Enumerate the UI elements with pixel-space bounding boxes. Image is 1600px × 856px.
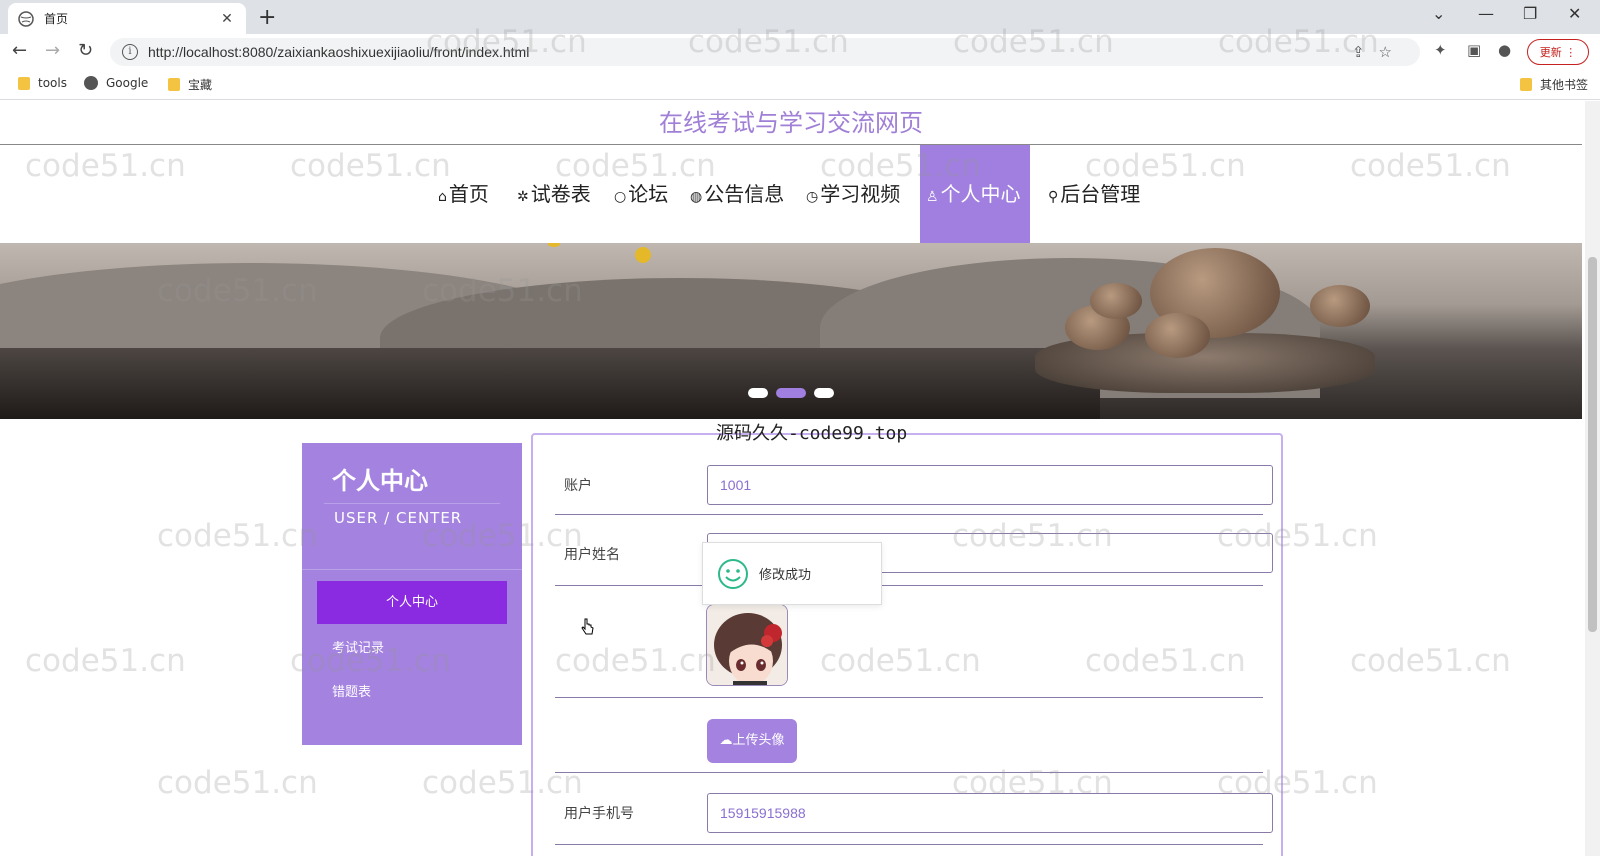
address-url: http://localhost:8080/zaixiankaoshixuexi…	[148, 44, 530, 60]
folder-icon	[18, 76, 30, 90]
address-bar[interactable]: i http://localhost:8080/zaixiankaoshixue…	[110, 38, 1420, 66]
other-bookmarks[interactable]: 其他书签	[1520, 76, 1588, 93]
bookmarks-bar: tools Google 宝藏 其他书签	[0, 70, 1600, 100]
globe-icon	[18, 10, 34, 27]
account-input[interactable]: 1001	[707, 465, 1273, 505]
success-toast: 修改成功	[702, 542, 882, 605]
nav-label: 首页	[448, 182, 489, 206]
nav-admin[interactable]: ⚲ 后台管理	[1048, 145, 1140, 244]
nav-label: 个人中心	[940, 182, 1021, 206]
back-icon[interactable]: ←	[12, 40, 27, 61]
page-scrollbar[interactable]	[1585, 101, 1600, 856]
scrollbar-thumb[interactable]	[1588, 257, 1597, 632]
nav-exam-papers[interactable]: ✲ 试卷表	[517, 145, 591, 244]
nav-study-videos[interactable]: ◷ 学习视频	[806, 145, 900, 244]
tab-title: 首页	[44, 12, 69, 26]
sidebar-title: 个人中心	[332, 467, 428, 495]
nav-personal-center[interactable]: ♙ 个人中心	[920, 145, 1030, 244]
update-button[interactable]: 更新 ⋮	[1527, 39, 1589, 65]
bookmark-label: 宝藏	[188, 78, 213, 92]
link-icon: ⚲	[1048, 189, 1059, 205]
avatar-image	[707, 605, 787, 685]
nav-forum[interactable]: ○ 论坛	[614, 145, 668, 244]
home-icon: ⌂	[438, 189, 447, 205]
form-row-account: 账户 1001	[555, 435, 1273, 515]
site-info-icon[interactable]: i	[122, 44, 138, 60]
browser-tab-strip: 首页 ✕ + ⌄ — ❐ ✕	[0, 0, 1600, 34]
sidebar-item-wrong-questions[interactable]: 错题表	[332, 681, 371, 700]
site-title: 在线考试与学习交流网页	[0, 101, 1582, 145]
toast-message: 修改成功	[759, 568, 812, 583]
carousel-indicators	[748, 388, 834, 398]
sidebar-item-exam-records[interactable]: 考试记录	[332, 637, 384, 656]
globe-icon: ◍	[690, 189, 703, 205]
divider	[302, 569, 522, 570]
bookmark-treasure[interactable]: 宝藏	[168, 76, 212, 93]
phone-input[interactable]: 15915915988	[707, 793, 1273, 833]
mouse-cursor-icon	[581, 618, 594, 635]
form-row-name: 用户姓名	[555, 515, 1273, 586]
nav-label: 公告信息	[704, 182, 785, 206]
address-bar-actions: ⇪☆	[1352, 43, 1406, 61]
gear-icon: ✲	[517, 189, 529, 205]
new-tab-icon[interactable]: +	[258, 5, 276, 30]
cloud-upload-icon: ☁	[719, 733, 733, 748]
nav-home[interactable]: ⌂ 首页	[438, 145, 489, 244]
update-label: 更新	[1539, 46, 1562, 59]
account-label: 账户	[564, 478, 592, 494]
avatar	[706, 604, 788, 686]
nav-announcements[interactable]: ◍ 公告信息	[690, 145, 784, 244]
carousel-dot-active[interactable]	[776, 388, 806, 398]
profile-form: 账户 1001 用户姓名 ☁上传头像 用户手机号 15915915988	[531, 433, 1283, 856]
side-panel-icon[interactable]: ▣	[1467, 41, 1481, 59]
user-icon: ♙	[926, 189, 939, 205]
folder-icon	[168, 78, 180, 91]
minimize-icon[interactable]: —	[1478, 4, 1494, 23]
clock-icon: ◷	[806, 189, 819, 205]
folder-icon	[1520, 78, 1532, 91]
upload-label: 上传头像	[732, 733, 785, 748]
phone-label: 用户手机号	[564, 806, 634, 822]
nav-label: 论坛	[628, 182, 669, 206]
reload-icon[interactable]: ↻	[78, 40, 93, 61]
carousel-dot[interactable]	[814, 388, 834, 398]
form-row-avatar	[555, 586, 1263, 698]
upload-avatar-button[interactable]: ☁上传头像	[707, 719, 797, 763]
divider	[324, 503, 500, 504]
other-bookmarks-label: 其他书签	[1540, 78, 1589, 92]
source-watermark: 源码久久-code99.top	[716, 423, 908, 444]
name-label: 用户姓名	[564, 547, 620, 563]
smile-icon	[718, 558, 748, 589]
form-row-upload: ☁上传头像	[555, 698, 1263, 773]
tab-search-icon[interactable]: ⌄	[1432, 4, 1445, 23]
carousel-dot[interactable]	[748, 388, 768, 398]
bookmark-label: Google	[106, 76, 149, 90]
banner-carousel	[0, 243, 1582, 419]
bookmark-tools[interactable]: tools	[18, 76, 67, 90]
bookmark-google[interactable]: Google	[84, 76, 148, 90]
circle-icon: ○	[614, 189, 627, 205]
main-nav: ⌂ 首页 ✲ 试卷表 ○ 论坛 ◍ 公告信息 ◷ 学习视频 ♙ 个人中心 ⚲ 后台管理	[0, 145, 1582, 244]
sidebar-item-personal-center[interactable]: 个人中心	[317, 581, 507, 624]
nav-label: 后台管理	[1060, 182, 1141, 206]
tab-close-icon[interactable]: ✕	[218, 11, 236, 27]
nav-label: 试卷表	[530, 182, 591, 206]
profile-icon[interactable]: ●	[1498, 41, 1511, 59]
page: 在线考试与学习交流网页 ⌂ 首页 ✲ 试卷表 ○ 论坛 ◍ 公告信息 ◷ 学习视频 ♙ 个人…	[0, 101, 1600, 856]
sidebar: 个人中心 USER / CENTER 个人中心 考试记录 错题表	[302, 443, 522, 745]
share-icon[interactable]: ⇪	[1352, 43, 1379, 61]
bookmark-star-icon[interactable]: ☆	[1379, 43, 1406, 61]
form-row-phone: 用户手机号 15915915988	[555, 773, 1273, 845]
nav-label: 学习视频	[820, 182, 901, 206]
globe-icon	[84, 76, 98, 90]
browser-tab[interactable]: 首页 ✕	[8, 3, 246, 34]
browser-toolbar: ← → ↻ i http://localhost:8080/zaixiankao…	[0, 34, 1600, 70]
forward-icon[interactable]: →	[45, 40, 60, 61]
extensions-icon[interactable]: ✦	[1434, 41, 1447, 59]
bookmark-label: tools	[38, 76, 67, 90]
window-close-icon[interactable]: ✕	[1568, 4, 1581, 23]
restore-icon[interactable]: ❐	[1523, 4, 1537, 23]
sidebar-subtitle: USER / CENTER	[334, 509, 463, 527]
